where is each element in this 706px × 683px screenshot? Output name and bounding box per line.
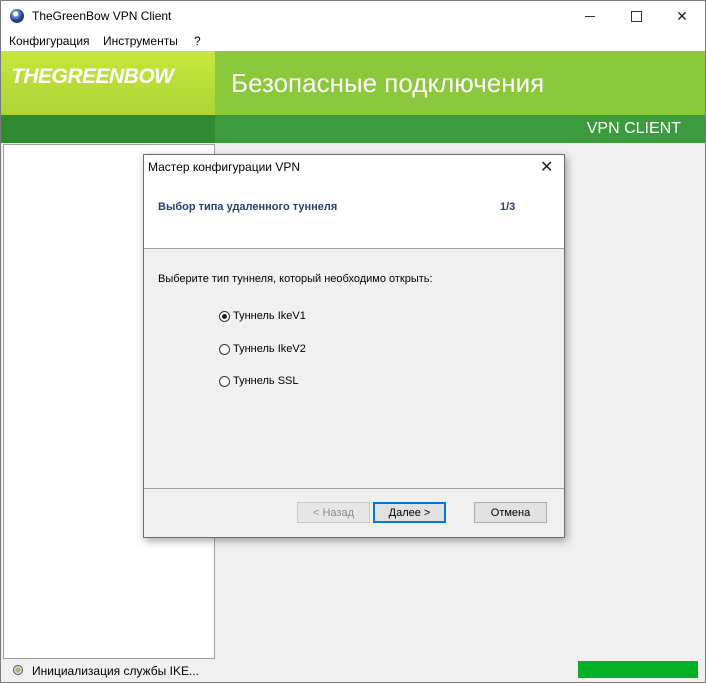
status-progress-bar — [578, 661, 698, 678]
app-icon — [10, 9, 24, 23]
radio-tunnel-ikev1[interactable]: Туннель IkeV1 — [219, 310, 306, 322]
cancel-button[interactable]: Отмена — [474, 502, 547, 523]
wizard-step-heading: Выбор типа удаленного туннеля — [158, 201, 338, 213]
radio-button-icon[interactable] — [219, 375, 230, 387]
radio-tunnel-ssl[interactable]: Туннель SSL — [219, 375, 299, 387]
radio-tunnel-ikev2[interactable]: Туннель IkeV2 — [219, 343, 306, 355]
menu-help[interactable]: ? — [194, 34, 201, 48]
banner-title: Безопасные подключения — [231, 68, 545, 98]
tunnel-type-prompt: Выберите тип туннеля, который необходимо… — [158, 273, 433, 285]
logo-area: THEGREENBOW — [1, 51, 215, 115]
radio-label: Туннель IkeV1 — [233, 310, 306, 322]
status-indicator-icon — [13, 665, 23, 675]
progress-fill — [578, 661, 698, 678]
window-title: TheGreenBow VPN Client — [32, 9, 172, 23]
product-label: VPN CLIENT — [586, 120, 681, 137]
menu-configuration[interactable]: Конфигурация — [9, 34, 90, 48]
radio-button-icon[interactable] — [219, 310, 230, 322]
radio-label: Туннель SSL — [233, 375, 299, 387]
logo: THEGREENBOW — [11, 65, 174, 88]
dialog-title: Мастер конфигурации VPN — [148, 160, 300, 174]
dialog-header: Выбор типа удаленного туннеля 1/3 — [144, 179, 564, 249]
dialog-separator — [144, 488, 564, 489]
minimize-icon — [585, 15, 595, 17]
maximize-button[interactable] — [613, 1, 659, 31]
minimize-button[interactable] — [567, 1, 613, 31]
wizard-step-counter: 1/3 — [500, 201, 516, 213]
close-button[interactable]: ✕ — [659, 1, 705, 31]
status-text: Инициализация службы IKE... — [32, 664, 199, 678]
dialog-title-bar: Мастер конфигурации VPN ✕ — [144, 155, 564, 179]
sub-banner: VPN CLIENT — [1, 115, 705, 143]
menu-tools[interactable]: Инструменты — [103, 34, 178, 48]
banner: THEGREENBOW Безопасные подключения — [1, 51, 705, 115]
dialog-close-icon[interactable]: ✕ — [540, 157, 553, 177]
main-window: TheGreenBow VPN Client ✕ Конфигурация Ин… — [0, 0, 706, 683]
next-button[interactable]: Далее > — [373, 502, 446, 523]
sub-banner-left — [1, 115, 215, 143]
radio-button-icon[interactable] — [219, 343, 230, 355]
title-bar: TheGreenBow VPN Client ✕ — [1, 1, 705, 31]
maximize-icon — [630, 10, 642, 22]
menu-bar: Конфигурация Инструменты ? — [1, 31, 705, 51]
radio-label: Туннель IkeV2 — [233, 343, 306, 355]
back-button[interactable]: < Назад — [297, 502, 370, 523]
vpn-config-wizard-dialog: Мастер конфигурации VPN ✕ Выбор типа уда… — [143, 154, 565, 538]
close-icon: ✕ — [676, 7, 688, 24]
